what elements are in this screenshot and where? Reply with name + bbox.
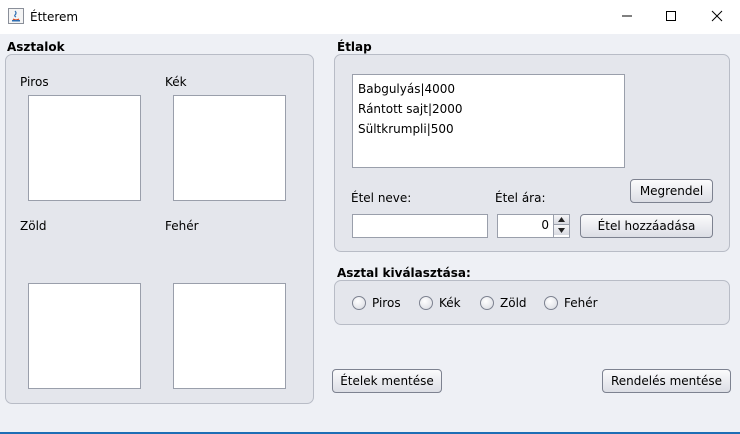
food-price-spinner[interactable]: 0 <box>497 214 570 238</box>
radio-feher[interactable]: Fehér <box>544 296 598 310</box>
app-window: Étterem Asztalok Piros Kék Zöld Fehér Ét… <box>0 0 740 434</box>
arrow-down-icon <box>558 227 565 233</box>
minimize-button[interactable] <box>604 0 650 32</box>
radio-label: Piros <box>372 296 401 310</box>
radio-button-icon <box>480 296 494 310</box>
window-title: Étterem <box>30 10 79 24</box>
table-kek[interactable] <box>173 95 286 201</box>
radio-kek[interactable]: Kék <box>419 296 461 310</box>
spinner-up-button[interactable] <box>554 215 569 225</box>
radio-button-icon <box>419 296 433 310</box>
spinner-arrows <box>553 215 569 237</box>
title-bar: Étterem <box>0 0 740 34</box>
radio-button-icon <box>352 296 366 310</box>
table-zold[interactable] <box>28 283 141 389</box>
menu-panel-title: Étlap <box>337 40 372 54</box>
table-label-zold: Zöld <box>20 219 47 233</box>
save-foods-button[interactable]: Ételek mentése <box>332 369 442 393</box>
radio-label: Zöld <box>500 296 527 310</box>
tables-panel: Piros Kék Zöld Fehér <box>5 54 314 404</box>
food-price-label: Étel ára: <box>495 191 546 205</box>
content-pane: Asztalok Piros Kék Zöld Fehér Étlap Babg… <box>0 34 740 432</box>
menu-panel: Babgulyás|4000 Rántott sajt|2000 Sültkru… <box>334 54 730 252</box>
radio-label: Fehér <box>564 296 598 310</box>
menu-list-item[interactable]: Babgulyás|4000 <box>358 79 619 99</box>
table-label-piros: Piros <box>20 75 49 89</box>
table-select-panel: Piros Kék Zöld Fehér <box>334 280 730 325</box>
menu-list[interactable]: Babgulyás|4000 Rántott sajt|2000 Sültkru… <box>352 74 625 168</box>
radio-label: Kék <box>439 296 461 310</box>
food-price-value: 0 <box>541 218 549 232</box>
save-order-button[interactable]: Rendelés mentése <box>602 369 731 393</box>
food-name-label: Étel neve: <box>351 191 412 205</box>
table-label-kek: Kék <box>165 75 187 89</box>
food-name-input[interactable] <box>352 214 488 238</box>
menu-list-item[interactable]: Sültkrumpli|500 <box>358 119 619 139</box>
minimize-icon <box>622 15 632 17</box>
tables-panel-title: Asztalok <box>7 40 65 54</box>
maximize-icon <box>666 11 676 21</box>
close-icon <box>711 10 723 22</box>
radio-button-icon <box>544 296 558 310</box>
table-piros[interactable] <box>28 95 141 201</box>
java-app-icon <box>8 8 24 24</box>
order-button[interactable]: Megrendel <box>630 179 713 203</box>
menu-list-item[interactable]: Rántott sajt|2000 <box>358 99 619 119</box>
radio-zold[interactable]: Zöld <box>480 296 527 310</box>
maximize-button[interactable] <box>648 0 694 32</box>
table-select-title: Asztal kiválasztása: <box>337 266 471 280</box>
table-label-feher: Fehér <box>165 219 199 233</box>
arrow-up-icon <box>558 217 565 222</box>
add-food-button[interactable]: Étel hozzáadása <box>580 214 713 238</box>
table-feher[interactable] <box>173 283 286 389</box>
spinner-down-button[interactable] <box>554 225 569 235</box>
radio-piros[interactable]: Piros <box>352 296 401 310</box>
close-button[interactable] <box>694 0 740 32</box>
